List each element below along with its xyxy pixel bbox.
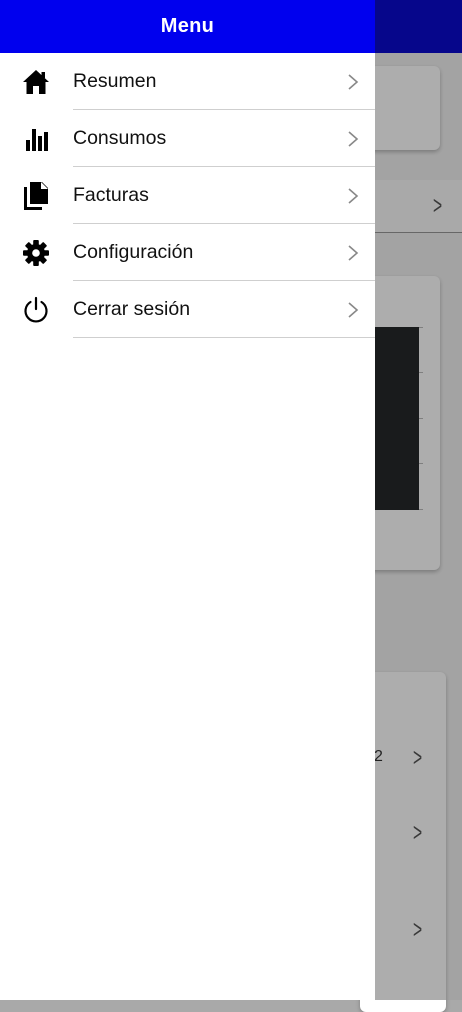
- documents-icon: [22, 181, 50, 210]
- drawer-title: Menu: [160, 15, 215, 37]
- menu-divider: [73, 337, 375, 338]
- menu-item-cerrar-sesion[interactable]: Cerrar sesión: [0, 281, 375, 338]
- menu-item-consumos[interactable]: Consumos: [0, 110, 375, 167]
- menu-item-label: Resumen: [73, 70, 157, 92]
- chevron-right-icon: [348, 73, 359, 90]
- navigation-drawer: Menu Resumen Consumos Facturas Configura…: [0, 0, 375, 1000]
- gear-icon: [22, 239, 50, 267]
- menu-item-configuracion[interactable]: Configuración: [0, 224, 375, 281]
- drawer-header: Menu: [0, 0, 375, 53]
- chevron-right-icon: [348, 301, 359, 318]
- menu-item-label: Configuración: [73, 241, 194, 263]
- menu-item-resumen[interactable]: Resumen: [0, 53, 375, 110]
- menu-item-label: Cerrar sesión: [73, 298, 191, 320]
- home-icon: [22, 68, 50, 96]
- chevron-right-icon: [348, 244, 359, 261]
- menu-item-label: Facturas: [73, 184, 149, 206]
- menu-list: Resumen Consumos Facturas Configuración …: [0, 53, 375, 338]
- chevron-right-icon: [348, 187, 359, 204]
- bar-chart-icon: [22, 125, 50, 153]
- menu-item-facturas[interactable]: Facturas: [0, 167, 375, 224]
- power-icon: [22, 296, 50, 324]
- chevron-right-icon: [348, 130, 359, 147]
- menu-item-label: Consumos: [73, 127, 167, 149]
